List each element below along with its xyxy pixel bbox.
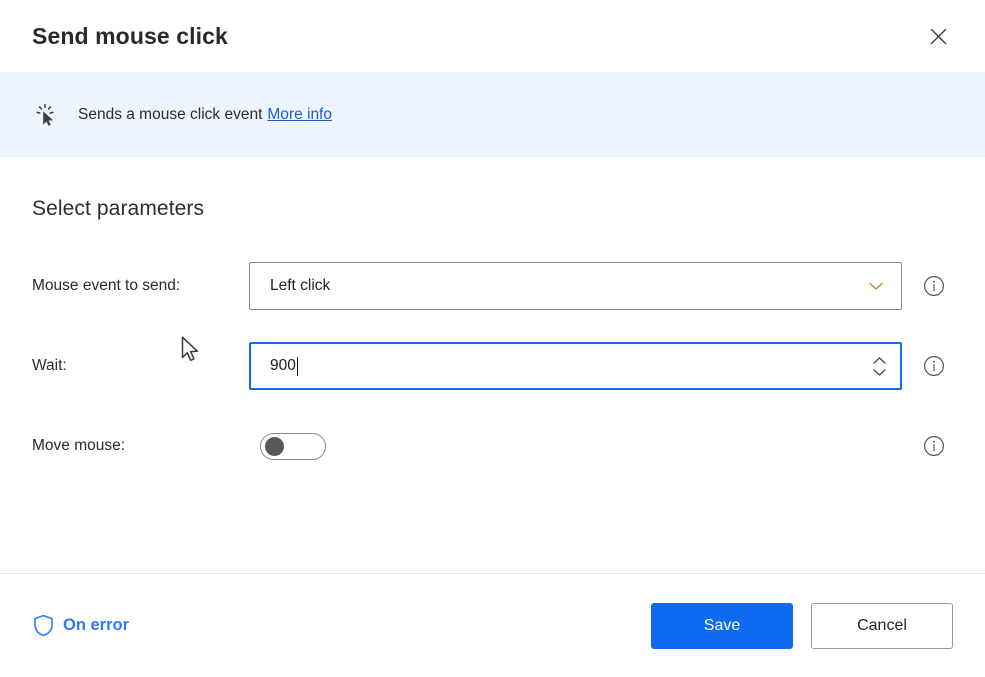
info-banner: Sends a mouse click event More info: [0, 72, 985, 157]
wait-stepper[interactable]: [868, 356, 890, 377]
wait-input[interactable]: 900: [249, 342, 902, 390]
field-wait: 900: [249, 342, 902, 390]
wait-value-wrap: 900: [270, 356, 868, 376]
section-title: Select parameters: [32, 197, 205, 220]
dialog-footer: On error Save Cancel: [0, 573, 985, 677]
chevron-down-icon[interactable]: [859, 269, 893, 303]
info-icon-mouse-event[interactable]: [922, 274, 946, 298]
more-info-link[interactable]: More info: [267, 106, 332, 123]
dialog-body: Select parameters Mouse event to send: L…: [0, 157, 985, 573]
toggle-knob: [265, 436, 284, 456]
form-row-wait: Wait: 900: [32, 341, 953, 391]
label-wait: Wait:: [32, 357, 67, 374]
chevron-down-icon[interactable]: [872, 368, 887, 377]
form-row-move-mouse: Move mouse:: [32, 421, 953, 471]
close-icon: [929, 27, 948, 46]
mouse-event-value: Left click: [270, 277, 331, 294]
field-mouse-event: Left click: [249, 262, 902, 310]
info-icon-wait[interactable]: [922, 354, 946, 378]
send-mouse-click-dialog: Send mouse click Sends a mouse click eve…: [0, 0, 985, 677]
dialog-title: Send mouse click: [32, 22, 228, 49]
label-mouse-event: Mouse event to send:: [32, 277, 181, 294]
form-row-mouse-event: Mouse event to send: Left click: [32, 261, 953, 311]
info-icon-move-mouse[interactable]: [922, 434, 946, 458]
shield-icon: [32, 614, 54, 638]
save-button[interactable]: Save: [651, 602, 793, 649]
label-move-mouse: Move mouse:: [32, 437, 126, 454]
wait-value: 900: [270, 357, 296, 374]
chevron-up-icon[interactable]: [872, 356, 887, 365]
parameters-form: Mouse event to send: Left click Wait: 90…: [32, 261, 953, 471]
move-mouse-toggle[interactable]: [260, 432, 326, 460]
mouse-event-dropdown[interactable]: Left click: [249, 262, 902, 310]
banner-message: Sends a mouse click event: [78, 105, 263, 123]
banner-text: Sends a mouse click event More info: [78, 106, 332, 124]
field-move-mouse: [249, 432, 902, 460]
close-button[interactable]: [915, 16, 961, 56]
mouse-click-cursor-icon: [32, 101, 60, 129]
on-error-button[interactable]: On error: [32, 614, 129, 638]
cancel-button[interactable]: Cancel: [811, 602, 953, 649]
text-caret: [296, 356, 298, 376]
dialog-titlebar: Send mouse click: [0, 0, 985, 72]
on-error-label: On error: [63, 616, 130, 634]
